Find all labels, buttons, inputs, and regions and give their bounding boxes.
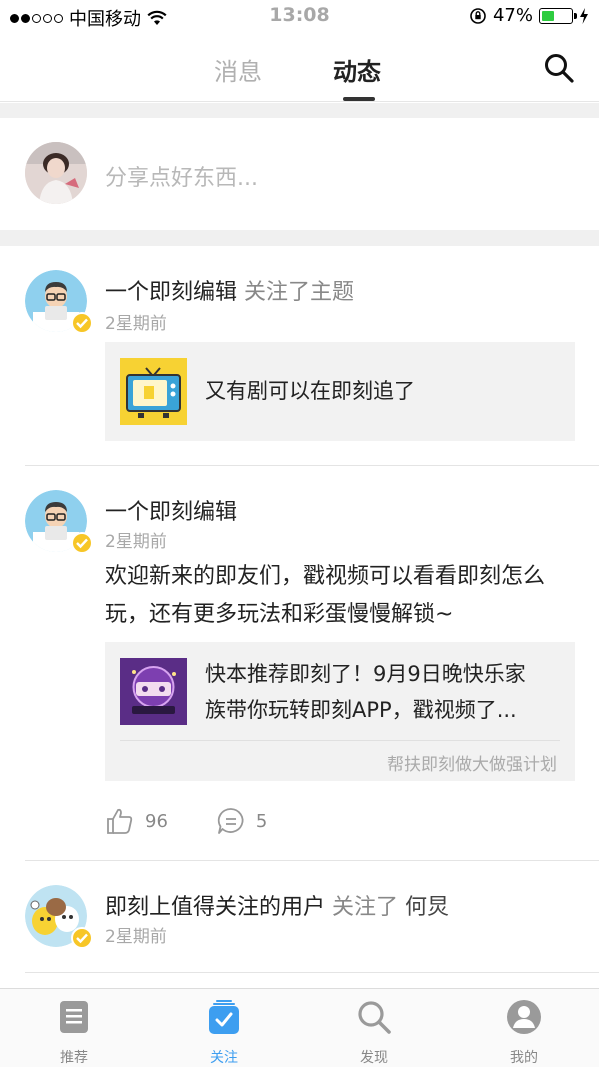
comment-count: 5	[255, 810, 268, 832]
video-thumbnail	[120, 658, 187, 725]
active-tab-indicator	[343, 97, 375, 101]
like-count: 96	[145, 810, 168, 832]
author-name[interactable]: 一个即刻编辑	[105, 280, 237, 305]
action-text: 关注了	[332, 895, 399, 920]
status-bar: 中国移动 13:08 47%	[0, 0, 599, 34]
author-name[interactable]: 即刻上值得关注的用户	[105, 895, 325, 920]
link-card-line1: 快本推荐即刻了！9月9日晚快乐家	[205, 662, 526, 686]
bottom-tab-bar: 推荐 关注 发现 我的	[0, 988, 599, 1067]
section-gap	[0, 103, 599, 118]
feed-divider	[25, 972, 599, 973]
post-time: 2星期前	[105, 314, 167, 334]
link-card-line2: 族带你玩转即刻APP，戳视频了...	[205, 698, 517, 722]
tab-feed[interactable]: 动态	[333, 52, 381, 87]
rotation-lock-icon	[470, 7, 486, 24]
tab-follow-label: 关注	[210, 1050, 238, 1066]
verified-badge-icon	[71, 312, 93, 334]
battery-icon	[539, 7, 577, 24]
status-right: 47%	[469, 5, 589, 26]
post-composer[interactable]: 分享点好东西...	[0, 118, 599, 230]
author-line: 一个即刻编辑 关注了主题	[105, 274, 354, 306]
recommend-icon	[60, 1001, 88, 1033]
tab-follow[interactable]: 关注	[174, 999, 274, 1067]
section-gap	[0, 230, 599, 246]
composer-placeholder[interactable]: 分享点好东西...	[105, 160, 258, 192]
link-card-source[interactable]: 帮扶即刻做大做强计划	[387, 750, 557, 775]
thumbs-up-icon	[107, 808, 133, 834]
tab-recommend-label: 推荐	[60, 1050, 88, 1066]
action-text: 关注了主题	[244, 280, 355, 305]
follow-icon	[209, 1000, 239, 1034]
verified-badge-icon	[71, 927, 93, 949]
search-icon[interactable]	[543, 52, 575, 84]
comment-icon	[217, 808, 244, 834]
author-line: 即刻上值得关注的用户 关注了 何炅	[105, 889, 449, 921]
post-actions: 96 5	[105, 806, 315, 836]
tv-icon	[120, 358, 187, 425]
feed-item[interactable]: 一个即刻编辑 关注了主题 2星期前 又有剧可以在即刻追了	[0, 246, 599, 466]
feed-item[interactable]: 即刻上值得关注的用户 关注了 何炅 2星期前	[0, 861, 599, 972]
discover-icon	[358, 1001, 391, 1034]
post-time: 2星期前	[105, 927, 167, 947]
topic-card[interactable]: 又有剧可以在即刻追了	[105, 342, 575, 441]
followed-user-link[interactable]: 何炅	[405, 895, 449, 920]
post-body: 欢迎新来的即友们，戳视频可以看看即刻怎么玩，还有更多玩法和彩蛋慢慢解锁~	[105, 564, 546, 627]
battery-percent: 47%	[492, 5, 533, 26]
profile-icon	[507, 1000, 541, 1034]
user-avatar[interactable]	[25, 142, 87, 204]
link-card[interactable]: 快本推荐即刻了！9月9日晚快乐家 族带你玩转即刻APP，戳视频了... 帮扶即刻…	[105, 642, 575, 781]
card-separator	[120, 740, 560, 741]
tab-messages[interactable]: 消息	[214, 52, 262, 87]
tab-discover-label: 发现	[360, 1050, 388, 1066]
charging-icon	[580, 7, 588, 24]
author-name[interactable]: 一个即刻编辑	[105, 494, 237, 526]
tab-recommend[interactable]: 推荐	[24, 999, 124, 1067]
battery-fill	[542, 10, 555, 21]
post-time: 2星期前	[105, 532, 167, 552]
verified-badge-icon	[71, 532, 93, 554]
tab-profile[interactable]: 我的	[474, 999, 574, 1067]
tab-profile-label: 我的	[510, 1050, 538, 1066]
tab-discover[interactable]: 发现	[324, 999, 424, 1067]
comment-button[interactable]: 5	[216, 806, 267, 836]
like-button[interactable]: 96	[105, 806, 168, 836]
top-nav: 消息 动态	[0, 34, 599, 102]
topic-card-text: 又有剧可以在即刻追了	[205, 379, 415, 403]
feed-item[interactable]: 一个即刻编辑 2星期前 欢迎新来的即友们，戳视频可以看看即刻怎么玩，还有更多玩法…	[0, 466, 599, 860]
